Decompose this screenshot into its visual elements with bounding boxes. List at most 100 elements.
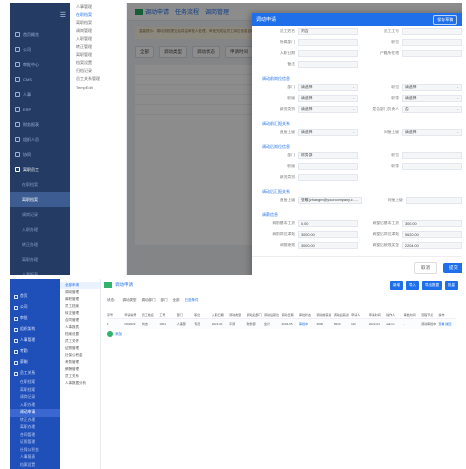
submenu-item[interactable]: 证照管理 xyxy=(60,345,100,352)
column-header[interactable]: 流程节点 xyxy=(421,313,438,317)
sidebar-subitem[interactable]: 调岗记录 xyxy=(10,394,60,402)
field-input[interactable] xyxy=(402,50,462,57)
column-header[interactable]: 入职日期 xyxy=(212,313,229,317)
column-header[interactable]: 部门 xyxy=(177,313,194,317)
toolbar-button[interactable]: 导出数据 xyxy=(422,281,442,290)
column-header[interactable]: 申请编号 xyxy=(124,313,141,317)
sidebar-subitem[interactable]: 离职办理 xyxy=(10,424,60,432)
sidebar-subitem[interactable]: 调岗记录 xyxy=(10,207,70,222)
field-input[interactable] xyxy=(402,163,462,170)
column-header[interactable]: 调动类型 xyxy=(229,313,246,317)
submenu-item[interactable]: 薪酬管理 xyxy=(60,366,100,373)
column-header[interactable]: 调动后薪资 xyxy=(334,313,351,317)
sidebar-item[interactable]: 财务报表 xyxy=(10,117,70,132)
toolbar-button[interactable]: 新增 xyxy=(390,281,403,290)
sidebar-subitem[interactable]: 证照管理 xyxy=(10,439,60,447)
submenu-item[interactable]: 员工档案 xyxy=(60,303,100,310)
sidebar-item[interactable]: 组织架构 xyxy=(10,324,60,335)
field-input[interactable]: 0.00 xyxy=(298,220,358,227)
sidebar-item[interactable]: 首页概览 xyxy=(10,27,70,42)
column-header[interactable]: 申请时间 xyxy=(369,313,386,317)
column-header[interactable]: 申请人 xyxy=(351,313,368,317)
column-header[interactable]: 审批状态 xyxy=(299,313,316,317)
column-header[interactable]: 审批时间 xyxy=(404,313,421,317)
filter-item[interactable]: 已选条件 xyxy=(185,298,199,303)
field-input[interactable] xyxy=(298,61,358,68)
column-header[interactable]: 调动日期 xyxy=(282,313,299,317)
field-input[interactable] xyxy=(402,39,462,46)
sidebar-item[interactable]: 考勤 xyxy=(10,346,60,357)
sidebar-item[interactable]: 组织人员 xyxy=(10,132,70,147)
submenu-item[interactable]: 归档记录 xyxy=(70,67,126,75)
save-draft-button[interactable]: 保存草稿 xyxy=(433,14,458,25)
field-input[interactable] xyxy=(405,197,462,204)
field-select[interactable]: 请选择 xyxy=(298,84,358,91)
sidebar-subitem[interactable]: 在职档案 xyxy=(10,379,60,387)
submenu-item[interactable]: 人事报表 xyxy=(60,324,100,331)
field-select[interactable]: 否 xyxy=(402,106,462,113)
submit-button[interactable]: 提交 xyxy=(443,262,462,273)
field-input[interactable]: 5620.00 xyxy=(402,231,462,238)
sidebar-item[interactable]: 审批 xyxy=(10,313,60,324)
column-header[interactable]: 调动前薪资 xyxy=(316,313,333,317)
field-select[interactable]: 请选择 xyxy=(402,84,462,91)
submenu-item[interactable]: 离职档案 xyxy=(70,19,126,27)
field-input[interactable] xyxy=(298,163,358,170)
field-select[interactable]: 请选择 xyxy=(402,129,462,136)
sidebar-item[interactable]: 离职员工 xyxy=(10,162,70,177)
sidebar-subitem[interactable]: 人事报表 xyxy=(10,267,70,276)
column-header[interactable]: 职位 xyxy=(194,313,211,317)
sidebar-subitem[interactable]: 转正办理 xyxy=(10,237,70,252)
submenu-item[interactable]: 人事数据分析 xyxy=(60,380,100,387)
table-cell[interactable]: 查看 撤回 xyxy=(439,322,456,326)
add-row[interactable]: 添加 xyxy=(107,331,456,337)
sidebar-subitem[interactable]: 档案设置 xyxy=(10,462,60,469)
submenu-item[interactable]: 档案设置 xyxy=(60,331,100,338)
field-input[interactable]: 财务部 xyxy=(298,152,358,159)
field-input[interactable]: 3000.00 xyxy=(298,242,358,249)
submenu-item[interactable]: 入职管理 xyxy=(70,35,126,43)
submenu-item[interactable]: 员工关系管理 xyxy=(70,75,126,83)
submenu-item[interactable]: 合同管理 xyxy=(60,317,100,324)
filter-item[interactable]: 全部 xyxy=(173,298,180,303)
field-input[interactable]: 3000.00 xyxy=(298,231,358,238)
field-input[interactable] xyxy=(298,174,358,181)
filter-item[interactable]: 调动类型 xyxy=(123,298,137,303)
sidebar-subitem[interactable]: 人事报表 xyxy=(10,454,60,462)
sidebar-item[interactable]: 人事管理 xyxy=(10,335,60,346)
field-select[interactable]: 请选择 xyxy=(298,129,358,136)
column-header[interactable]: 调动后职位 xyxy=(264,313,281,317)
toolbar-button[interactable]: 导入 xyxy=(406,281,419,290)
sidebar-subitem[interactable]: 在职档案 xyxy=(10,177,70,192)
submenu-item[interactable]: 全部申请 xyxy=(60,282,100,289)
submenu-item[interactable]: 离职管理 xyxy=(70,51,126,59)
menu-toggle-icon[interactable]: ☰ xyxy=(10,3,70,27)
sidebar-subitem[interactable]: 转正办理 xyxy=(10,417,60,425)
filter-item[interactable]: 调动部门 xyxy=(142,298,156,303)
submenu-item[interactable]: 调岗管理 xyxy=(70,27,126,35)
filter-item[interactable]: 部门 xyxy=(161,298,168,303)
column-header[interactable]: 调动后部门 xyxy=(247,313,264,317)
sidebar-item[interactable]: 首页 xyxy=(10,291,60,302)
sidebar-subitem[interactable]: 合同管理 xyxy=(10,432,60,440)
sidebar-subitem[interactable]: 社保公积金 xyxy=(10,447,60,455)
sidebar-subitem[interactable]: 离职档案 xyxy=(10,192,70,207)
field-input[interactable]: 刘吉 xyxy=(298,28,358,35)
column-header[interactable]: 员工姓名 xyxy=(142,313,159,317)
submenu-item[interactable]: 考勤管理 xyxy=(60,359,100,366)
field-select[interactable]: 请选择 xyxy=(298,106,358,113)
sidebar-item[interactable]: 协同 xyxy=(10,147,70,162)
submenu-item[interactable]: 调岗管理 xyxy=(60,289,100,296)
field-input[interactable]: 2204.00 xyxy=(402,242,462,249)
sidebar-item[interactable]: 公司 xyxy=(10,42,70,57)
sidebar-item[interactable]: 审批中心 xyxy=(10,57,70,72)
sidebar-item[interactable]: CMS xyxy=(10,72,70,87)
submenu-item[interactable]: 转正管理 xyxy=(60,310,100,317)
field-select[interactable]: 张敏(zhangm@yourcompany.c... xyxy=(298,197,362,204)
sidebar-subitem[interactable]: 调动申请 xyxy=(10,409,60,417)
submenu-item[interactable]: 在职档案 xyxy=(70,11,126,19)
sidebar-subitem[interactable]: 入职办理 xyxy=(10,222,70,237)
submenu-item[interactable]: 离职管理 xyxy=(60,296,100,303)
field-input[interactable] xyxy=(402,152,462,159)
cancel-button[interactable]: 取消 xyxy=(414,261,437,274)
